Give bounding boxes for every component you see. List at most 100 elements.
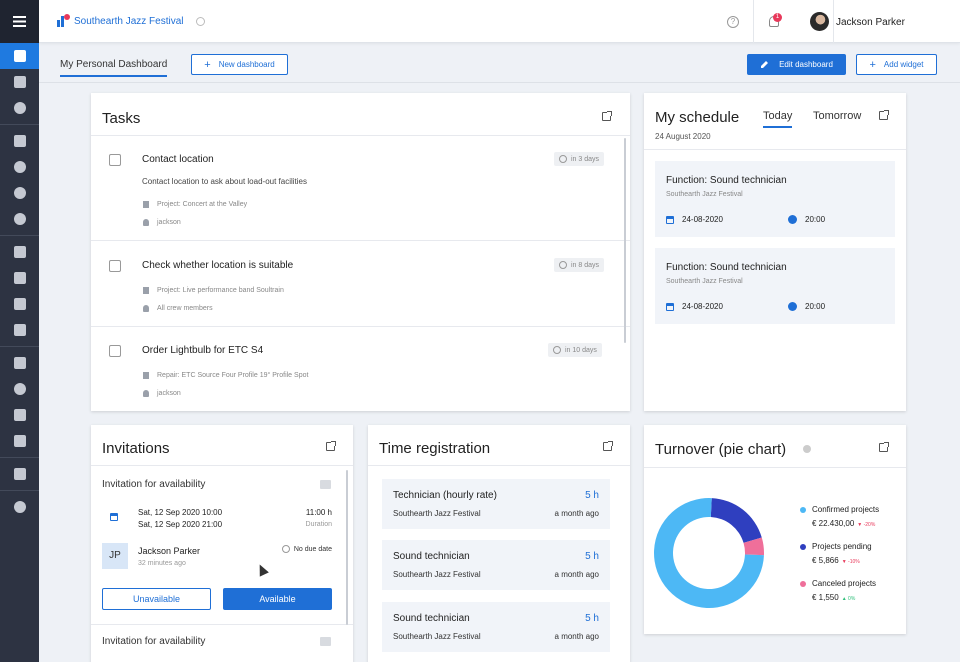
clock-icon xyxy=(553,346,561,354)
sidebar-item-contacts[interactable] xyxy=(0,154,39,180)
task-project-text: Project: Live performance band Soultrain xyxy=(157,287,284,294)
sidebar-divider xyxy=(0,457,39,458)
avatar[interactable] xyxy=(810,12,829,31)
add-widget-button[interactable]: + Add widget xyxy=(856,54,937,75)
time-entry[interactable]: Sound technician 5 h Southearth Jazz Fes… xyxy=(382,602,610,652)
schedule-item[interactable]: Function: Sound technician Southearth Ja… xyxy=(655,161,895,237)
sidebar-item-finance[interactable] xyxy=(0,206,39,232)
tab-my-dashboard[interactable]: My Personal Dashboard xyxy=(60,59,168,77)
due-text: in 3 days xyxy=(571,155,600,163)
table-icon xyxy=(13,135,26,147)
contact-icon xyxy=(13,161,26,173)
turnover-title: Turnover (pie chart) xyxy=(655,441,787,458)
sidebar-item-quotes[interactable] xyxy=(0,180,39,206)
person-icon xyxy=(143,219,149,226)
sidebar-item-tasks[interactable] xyxy=(0,350,39,376)
sidebar-item-dashboard[interactable] xyxy=(0,43,39,69)
task-item[interactable]: Order Lightbulb for ETC S4 in 10 days Re… xyxy=(91,327,623,411)
divider xyxy=(91,624,353,625)
message-icon xyxy=(13,468,26,480)
task-project-text: Project: Concert at the Valley xyxy=(157,201,248,208)
sidebar-item-messages[interactable] xyxy=(0,461,39,487)
id-card-icon xyxy=(13,272,26,284)
tab-tomorrow[interactable]: Tomorrow xyxy=(813,110,861,122)
tab-today[interactable]: Today xyxy=(763,110,793,128)
task-item[interactable]: Contact location in 3 days Contact locat… xyxy=(91,136,623,240)
help-icon[interactable]: ? xyxy=(727,16,739,28)
scrollbar[interactable] xyxy=(346,470,348,625)
time-registration-title: Time registration xyxy=(379,440,491,457)
task-checkbox[interactable] xyxy=(109,260,121,272)
edit-dashboard-button[interactable]: Edit dashboard xyxy=(747,54,846,75)
legend-amount: € 22.430,00 xyxy=(812,519,855,528)
sidebar-item-maintenance[interactable] xyxy=(0,402,39,428)
sidebar-item-planning[interactable] xyxy=(0,95,39,121)
invitation-start: Sat, 12 Sep 2020 10:00 xyxy=(138,508,223,517)
sidebar-divider xyxy=(0,235,39,236)
divider xyxy=(833,0,834,43)
edit-dashboard-label: Edit dashboard xyxy=(779,60,833,69)
comment-icon[interactable] xyxy=(320,637,331,646)
open-external-icon[interactable] xyxy=(326,441,336,451)
new-dashboard-label: New dashboard xyxy=(218,60,275,69)
schedule-item[interactable]: Function: Sound technician Southearth Ja… xyxy=(655,248,895,324)
info-icon[interactable] xyxy=(803,445,811,453)
sidebar-item-projects[interactable] xyxy=(0,128,39,154)
schedule-item-title: Function: Sound technician xyxy=(666,262,787,273)
new-dashboard-button[interactable]: + New dashboard xyxy=(191,54,288,75)
task-assignee: All crew members xyxy=(143,305,213,312)
unavailable-button[interactable]: Unavailable xyxy=(102,588,211,610)
time-entry-project: Southearth Jazz Festival xyxy=(393,570,481,579)
time-entry[interactable]: Sound technician 5 h Southearth Jazz Fes… xyxy=(382,540,610,590)
time-entry-ago: a month ago xyxy=(554,570,599,579)
sidebar-item-groups[interactable] xyxy=(0,291,39,317)
pie-slice-projects-pending[interactable] xyxy=(710,498,762,543)
project-selector[interactable]: Southearth Jazz Festival xyxy=(57,14,205,27)
wrench-icon xyxy=(13,409,26,421)
time-entry-project: Southearth Jazz Festival xyxy=(393,509,481,518)
person-icon xyxy=(143,305,149,312)
invitation-due: No due date xyxy=(281,545,332,553)
user-name[interactable]: Jackson Parker xyxy=(836,17,905,28)
due-badge: in 3 days xyxy=(554,152,605,166)
scrollbar[interactable] xyxy=(624,138,626,343)
menu-button[interactable] xyxy=(0,0,39,43)
invitation-duration: 11:00 h xyxy=(305,508,332,517)
open-external-icon[interactable] xyxy=(879,442,889,452)
sidebar-item-reports[interactable] xyxy=(0,428,39,454)
document-icon xyxy=(143,287,149,294)
truck-icon xyxy=(13,324,26,336)
sidebar-item-equipment[interactable] xyxy=(0,239,39,265)
sidebar-item-time[interactable] xyxy=(0,376,39,402)
available-button[interactable]: Available xyxy=(223,588,332,610)
schedule-item-project: Southearth Jazz Festival xyxy=(666,191,743,198)
task-item[interactable]: Check whether location is suitable in 8 … xyxy=(91,241,623,326)
open-external-icon[interactable] xyxy=(603,441,613,451)
sidebar-item-settings[interactable] xyxy=(0,494,39,520)
divider xyxy=(753,0,754,43)
comment-icon[interactable] xyxy=(320,480,331,489)
task-project-text: Repair: ETC Source Four Profile 19° Prof… xyxy=(157,372,309,379)
open-external-icon[interactable] xyxy=(602,111,612,121)
calendar-icon xyxy=(666,302,674,311)
sidebar-divider xyxy=(0,490,39,491)
sidebar-item-crew[interactable] xyxy=(0,265,39,291)
due-text: in 10 days xyxy=(565,346,597,354)
open-external-icon[interactable] xyxy=(879,110,889,120)
task-checkbox[interactable] xyxy=(109,154,121,166)
time-entry-title: Sound technician xyxy=(393,551,470,562)
sidebar-item-vehicles[interactable] xyxy=(0,317,39,343)
task-description: Contact location to ask about load-out f… xyxy=(142,177,307,186)
legend-value: € 5,866 ▼ -10% xyxy=(812,556,860,565)
due-text: in 8 days xyxy=(571,261,600,269)
task-checkbox[interactable] xyxy=(109,345,121,357)
task-assignee: jackson xyxy=(143,219,181,226)
due-text: No due date xyxy=(293,545,332,553)
invitations-widget: Invitations Invitation for availability … xyxy=(91,425,353,662)
invitation-end: Sat, 12 Sep 2020 21:00 xyxy=(138,520,223,529)
sidebar-item-calendar[interactable] xyxy=(0,69,39,95)
project-settings-icon[interactable] xyxy=(195,17,205,26)
task-assignee-text: jackson xyxy=(157,219,181,226)
plus-icon: + xyxy=(204,58,211,71)
time-entry[interactable]: Technician (hourly rate) 5 h Southearth … xyxy=(382,479,610,529)
